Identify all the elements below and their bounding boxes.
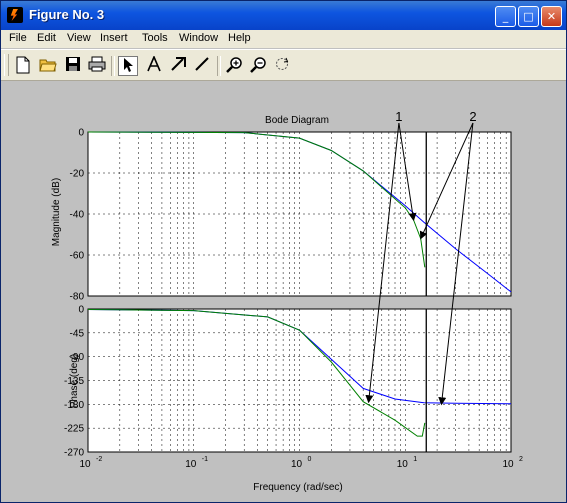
phase-ytick-label: -225 xyxy=(64,424,84,435)
menu-view[interactable]: View xyxy=(67,32,91,44)
xtick-label: 10 xyxy=(291,459,303,470)
xtick-label: 10 xyxy=(185,459,197,470)
phase-ytick-label: 0 xyxy=(78,305,84,316)
xtick-exponent: 0 xyxy=(308,456,312,463)
menu-edit[interactable]: Edit xyxy=(37,32,56,44)
menu-help[interactable]: Help xyxy=(228,32,251,44)
menu-window[interactable]: Window xyxy=(179,32,218,44)
open-file-icon[interactable] xyxy=(38,56,58,76)
magnitude-axes[interactable]: 0 -20 -40 -60 -80 xyxy=(70,128,512,303)
menu-bar: File Edit View Insert Tools Window Help xyxy=(1,30,566,48)
title-bar[interactable]: Figure No. 3 _ □ ✕ xyxy=(1,1,566,30)
toolbar-separator xyxy=(111,56,115,76)
xtick-exponent: 2 xyxy=(519,456,523,463)
magnitude-ytick-label: -60 xyxy=(70,251,85,262)
chart-title: Bode Diagram xyxy=(265,115,329,126)
print-icon[interactable] xyxy=(87,56,107,76)
xtick-label: 10 xyxy=(502,459,514,470)
maximize-button[interactable]: □ xyxy=(518,6,539,27)
x-axis-label: Frequency (rad/sec) xyxy=(253,482,342,493)
phase-axes[interactable]: 0-45-90-135-180-225-27010 -2 10 -1 10 0 10 1 10 2 xyxy=(64,305,523,471)
phase-ytick-label: -270 xyxy=(64,448,84,459)
insert-text-icon[interactable] xyxy=(144,54,164,76)
phase-ylabel: Phase (deg) xyxy=(69,354,80,408)
toolbar-separator xyxy=(217,56,221,76)
magnitude-ytick-label: -20 xyxy=(70,169,85,180)
xtick-label: 10 xyxy=(79,459,91,470)
magnitude-ylabel: Magnitude (dB) xyxy=(51,178,62,246)
zoom-out-icon[interactable] xyxy=(248,56,268,76)
xtick-exponent: 1 xyxy=(413,456,417,463)
annotation-label-1: 1 xyxy=(395,109,402,124)
minimize-button[interactable]: _ xyxy=(495,6,516,27)
figure-window: Figure No. 3 _ □ ✕ File Edit View Insert… xyxy=(0,0,567,503)
select-arrow-icon[interactable] xyxy=(118,56,138,76)
xtick-exponent: -2 xyxy=(96,456,102,463)
phase-ytick-label: -45 xyxy=(70,328,85,339)
insert-arrow-icon[interactable] xyxy=(168,56,188,76)
save-icon[interactable] xyxy=(63,56,83,76)
magnitude-ytick-label: -80 xyxy=(70,292,85,303)
matlab-icon xyxy=(7,7,23,23)
toolbar-grip[interactable] xyxy=(4,54,9,76)
magnitude-ytick-label: 0 xyxy=(78,128,84,139)
menu-insert[interactable]: Insert xyxy=(100,32,128,44)
rotate-3d-icon[interactable] xyxy=(272,56,292,76)
toolbar xyxy=(1,49,566,81)
magnitude-ytick-label: -40 xyxy=(70,210,85,221)
new-figure-icon[interactable] xyxy=(13,56,33,76)
bode-figure[interactable]: Bode Diagram 0-20-40-60-80 0-45-90-135-1… xyxy=(1,82,566,502)
menu-file[interactable]: File xyxy=(9,32,27,44)
xtick-label: 10 xyxy=(397,459,409,470)
insert-line-icon[interactable] xyxy=(192,56,212,76)
window-title: Figure No. 3 xyxy=(29,7,105,22)
annotation-label-2: 2 xyxy=(469,109,476,124)
zoom-in-icon[interactable] xyxy=(224,56,244,76)
xtick-exponent: -1 xyxy=(202,456,208,463)
close-button[interactable]: ✕ xyxy=(541,6,562,27)
menu-tools[interactable]: Tools xyxy=(142,32,168,44)
